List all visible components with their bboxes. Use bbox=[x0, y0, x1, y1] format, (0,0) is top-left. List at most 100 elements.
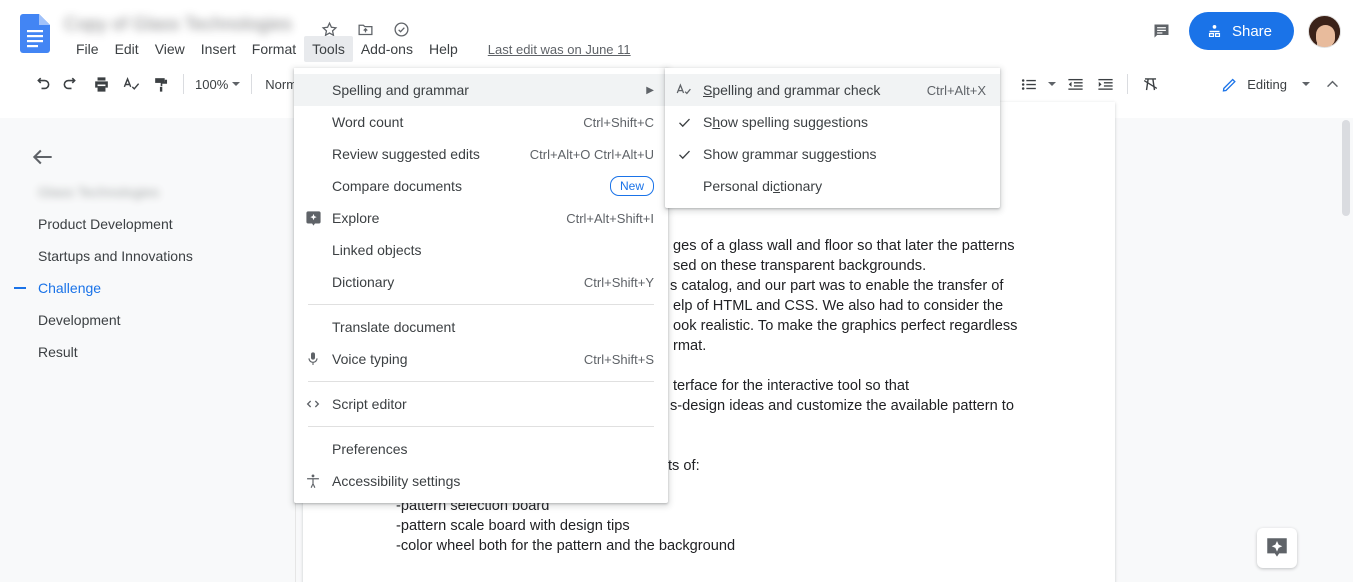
doc-line: rmat. bbox=[673, 336, 706, 356]
outline-item-challenge[interactable]: Challenge bbox=[38, 279, 101, 297]
submenuitem-show-grammar-suggestions[interactable]: Show grammar suggestions bbox=[665, 138, 1000, 170]
menuitem-review-suggested-edits[interactable]: Review suggested edits Ctrl+Alt+O Ctrl+A… bbox=[294, 138, 668, 170]
menu-insert[interactable]: Insert bbox=[193, 36, 244, 62]
menuitem-label: Spelling and grammar bbox=[332, 82, 628, 98]
print-button[interactable] bbox=[86, 70, 116, 98]
doc-line: terface for the interactive tool so that bbox=[673, 376, 909, 396]
menuitem-shortcut: Ctrl+Alt+Shift+I bbox=[566, 211, 654, 226]
bulleted-list-button[interactable] bbox=[1014, 70, 1044, 98]
doc-line: elp of HTML and CSS. We also had to cons… bbox=[673, 296, 1003, 316]
menuitem-label: Compare documents bbox=[332, 178, 592, 194]
microphone-icon bbox=[294, 351, 332, 367]
zoom-selector[interactable]: 100% bbox=[191, 77, 244, 92]
menu-view[interactable]: View bbox=[147, 36, 193, 62]
document-title[interactable]: Copy of Glass Technologies bbox=[64, 14, 314, 38]
submenuitem-show-spelling-suggestions[interactable]: Show spelling suggestions bbox=[665, 106, 1000, 138]
submenu-arrow-icon: ▶ bbox=[646, 85, 654, 96]
spelling-check-button[interactable] bbox=[116, 70, 146, 98]
explore-button[interactable] bbox=[1257, 528, 1297, 568]
menuitem-label: Word count bbox=[332, 114, 563, 130]
last-edit-link[interactable]: Last edit was on June 11 bbox=[488, 42, 631, 57]
menuitem-preferences[interactable]: Preferences bbox=[294, 433, 668, 465]
vertical-scrollbar[interactable] bbox=[1339, 118, 1353, 582]
comment-history-icon[interactable] bbox=[1149, 18, 1175, 44]
clear-formatting-button[interactable] bbox=[1135, 70, 1165, 98]
menuitem-word-count[interactable]: Word count Ctrl+Shift+C bbox=[294, 106, 668, 138]
undo-button[interactable] bbox=[26, 70, 56, 98]
decrease-indent-button[interactable] bbox=[1060, 70, 1090, 98]
decrease-indent-icon bbox=[1066, 75, 1085, 94]
menu-bar: File Edit View Insert Format Tools Add-o… bbox=[68, 36, 631, 62]
paint-format-button[interactable] bbox=[146, 70, 176, 98]
submenuitem-personal-dictionary[interactable]: Personal dictionary bbox=[665, 170, 1000, 202]
menuitem-label: Explore bbox=[332, 210, 546, 226]
menuitem-label: Translate document bbox=[332, 319, 654, 335]
doc-line: ges of a glass wall and floor so that la… bbox=[673, 236, 1015, 256]
increase-indent-button[interactable] bbox=[1090, 70, 1120, 98]
chevron-up-icon bbox=[1324, 76, 1341, 93]
menu-separator bbox=[308, 304, 654, 305]
submenuitem-label: Show grammar suggestions bbox=[703, 146, 986, 162]
doc-line: -color wheel both for the pattern and th… bbox=[396, 536, 735, 556]
paint-format-icon bbox=[152, 75, 171, 94]
menu-tools[interactable]: Tools bbox=[304, 36, 353, 62]
explore-sparkle-icon bbox=[1264, 535, 1290, 561]
menuitem-linked-objects[interactable]: Linked objects bbox=[294, 234, 668, 266]
doc-line: -pattern scale board with design tips bbox=[396, 516, 630, 536]
close-outline-arrow-icon[interactable] bbox=[30, 144, 56, 170]
menu-format[interactable]: Format bbox=[244, 36, 304, 62]
collapse-toolbar-button[interactable] bbox=[1317, 70, 1347, 98]
spellcheck-icon bbox=[122, 75, 141, 94]
redo-button[interactable] bbox=[56, 70, 86, 98]
menuitem-script-editor[interactable]: Script editor bbox=[294, 388, 668, 420]
menuitem-label: Review suggested edits bbox=[332, 146, 510, 162]
user-avatar[interactable] bbox=[1308, 15, 1341, 48]
scrollbar-thumb[interactable] bbox=[1342, 120, 1350, 216]
bulleted-list-dropdown[interactable] bbox=[1044, 70, 1060, 98]
menuitem-voice-typing[interactable]: Voice typing Ctrl+Shift+S bbox=[294, 343, 668, 375]
menuitem-explore[interactable]: Explore Ctrl+Alt+Shift+I bbox=[294, 202, 668, 234]
menu-separator bbox=[308, 426, 654, 427]
doc-line: ts of: bbox=[668, 456, 700, 476]
doc-line: s-design ideas and customize the availab… bbox=[670, 396, 1014, 416]
menuitem-dictionary[interactable]: Dictionary Ctrl+Shift+Y bbox=[294, 266, 668, 298]
print-icon bbox=[92, 75, 111, 94]
editing-mode-selector[interactable]: Editing bbox=[1213, 72, 1295, 97]
pencil-icon bbox=[1221, 76, 1238, 93]
menu-separator bbox=[308, 381, 654, 382]
spelling-and-grammar-submenu: Spelling and grammar check Ctrl+Alt+X Sh… bbox=[665, 68, 1000, 208]
menuitem-translate-document[interactable]: Translate document bbox=[294, 311, 668, 343]
editing-mode-label: Editing bbox=[1247, 77, 1287, 92]
undo-icon bbox=[32, 75, 51, 94]
redo-icon bbox=[62, 75, 81, 94]
code-brackets-icon bbox=[294, 396, 332, 412]
menu-edit[interactable]: Edit bbox=[107, 36, 147, 62]
editing-mode-dropdown[interactable] bbox=[1295, 70, 1317, 98]
outline-item-product-development[interactable]: Product Development bbox=[38, 215, 173, 233]
doc-line: s catalog, and our part was to enable th… bbox=[670, 276, 1003, 296]
share-button[interactable]: Share bbox=[1189, 12, 1294, 50]
menuitem-label: Accessibility settings bbox=[332, 473, 654, 489]
menu-addons[interactable]: Add-ons bbox=[353, 36, 421, 62]
outline-item-startups-and-innovations[interactable]: Startups and Innovations bbox=[38, 247, 193, 265]
menu-file[interactable]: File bbox=[68, 36, 107, 62]
new-badge: New bbox=[610, 176, 654, 196]
chevron-down-icon bbox=[1048, 82, 1056, 86]
menu-help[interactable]: Help bbox=[421, 36, 466, 62]
checkmark-icon bbox=[665, 147, 703, 162]
outline-item-result[interactable]: Result bbox=[38, 343, 78, 361]
menuitem-shortcut: Ctrl+Shift+Y bbox=[584, 275, 654, 290]
submenuitem-spelling-and-grammar-check[interactable]: Spelling and grammar check Ctrl+Alt+X bbox=[665, 74, 1000, 106]
doc-line: ook realistic. To make the graphics perf… bbox=[673, 316, 1017, 336]
menuitem-label: Script editor bbox=[332, 396, 654, 412]
outline-item-document-title[interactable]: Glass Technologies bbox=[38, 183, 159, 201]
menuitem-label: Linked objects bbox=[332, 242, 654, 258]
menuitem-compare-documents[interactable]: Compare documents New bbox=[294, 170, 668, 202]
submenuitem-label: Personal dictionary bbox=[703, 178, 986, 194]
menuitem-label: Dictionary bbox=[332, 274, 564, 290]
clear-formatting-icon bbox=[1141, 75, 1160, 94]
zoom-level-label: 100% bbox=[195, 77, 228, 92]
menuitem-accessibility-settings[interactable]: Accessibility settings bbox=[294, 465, 668, 497]
outline-item-development[interactable]: Development bbox=[38, 311, 121, 329]
menuitem-spelling-and-grammar[interactable]: Spelling and grammar ▶ bbox=[294, 74, 668, 106]
